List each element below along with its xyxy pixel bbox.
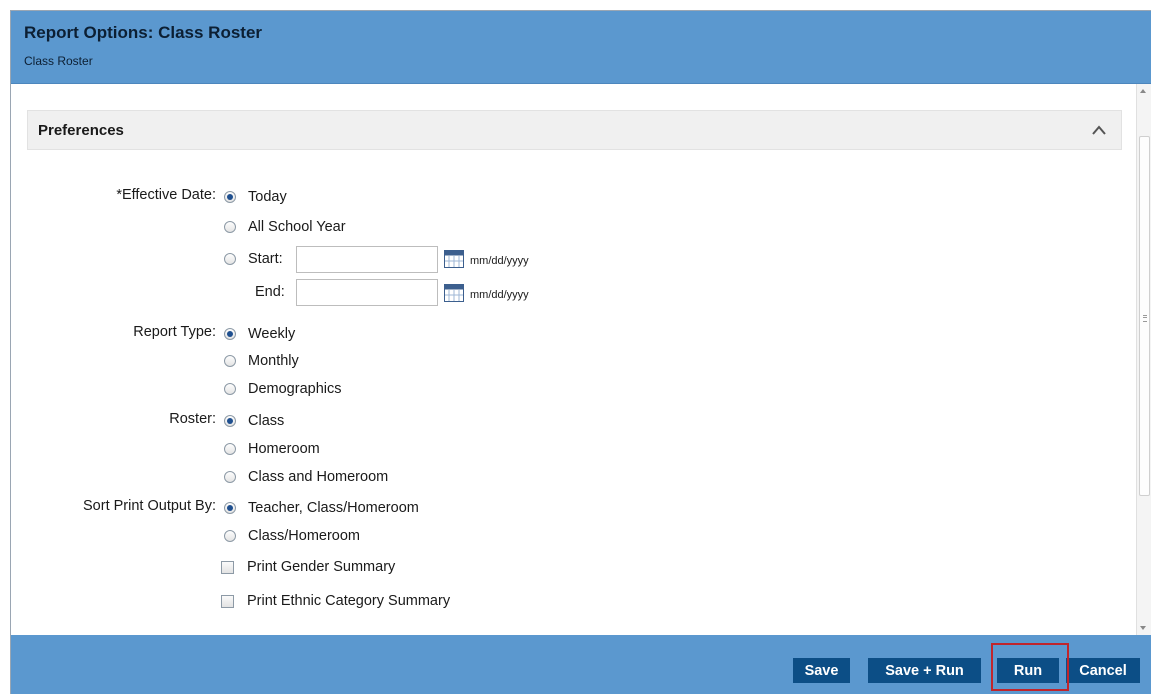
sort-output-label: Sort Print Output By: [83,498,216,514]
dialog-footer: Save Save + Run Run Cancel [11,635,1151,694]
save-button[interactable]: Save [793,658,850,683]
checkbox-label: Print Ethnic Category Summary [247,593,451,609]
option-label: Weekly [248,326,296,342]
roster-homeroom-option[interactable]: Homeroom [224,438,320,460]
roster-class-and-homeroom-radio[interactable] [224,471,236,483]
option-label: All School Year [248,219,346,235]
calendar-icon[interactable] [444,284,464,302]
preferences-section-header[interactable]: Preferences [27,110,1122,150]
report-type-monthly-option[interactable]: Monthly [224,350,299,372]
option-label: Homeroom [248,441,320,457]
dialog-content: Preferences *Effective Date: Today All S… [11,84,1137,635]
report-type-demographics-radio[interactable] [224,383,236,395]
sort-class-homeroom-radio[interactable] [224,530,236,542]
report-type-weekly-radio[interactable] [224,328,236,340]
effective-date-school-year-option[interactable]: All School Year [224,216,346,238]
section-title: Preferences [38,122,124,139]
run-button-highlight [991,643,1069,691]
effective-date-school-year-radio[interactable] [224,221,236,233]
roster-homeroom-radio[interactable] [224,443,236,455]
option-label: Monthly [248,353,299,369]
sort-teacher-class-option[interactable]: Teacher, Class/Homeroom [224,497,419,519]
dialog-subtitle: Class Roster [24,54,93,68]
roster-class-option[interactable]: Class [224,410,284,432]
end-date-format-hint: mm/dd/yyyy [470,289,529,301]
print-ethnic-summary-option[interactable]: Print Ethnic Category Summary [221,590,450,612]
option-label: Start: [248,251,283,267]
effective-date-label: *Effective Date: [116,187,216,203]
option-label: Demographics [248,381,342,397]
effective-date-start-radio[interactable] [224,253,236,265]
report-type-demographics-option[interactable]: Demographics [224,378,342,400]
dialog-header: Report Options: Class Roster Class Roste… [11,11,1151,84]
report-type-label: Report Type: [133,324,216,340]
report-type-monthly-radio[interactable] [224,355,236,367]
start-date-format-hint: mm/dd/yyyy [470,255,529,267]
end-date-label: End: [255,284,285,300]
print-gender-summary-checkbox[interactable] [221,560,234,574]
print-gender-summary-option[interactable]: Print Gender Summary [221,556,395,578]
effective-date-today-option[interactable]: Today [224,186,287,208]
vertical-scrollbar[interactable] [1136,84,1151,635]
print-ethnic-summary-checkbox[interactable] [221,594,234,608]
effective-date-today-radio[interactable] [224,191,236,203]
sort-class-homeroom-option[interactable]: Class/Homeroom [224,525,360,547]
grip-icon [1143,315,1147,322]
end-date-input[interactable] [296,279,438,306]
calendar-icon[interactable] [444,250,464,268]
option-label: Today [248,189,287,205]
roster-label: Roster: [169,411,216,427]
option-label: Teacher, Class/Homeroom [248,500,419,516]
scroll-down-icon[interactable] [1140,626,1146,630]
chevron-up-icon[interactable] [1091,124,1107,136]
scroll-up-icon[interactable] [1140,89,1146,93]
option-label: Class/Homeroom [248,528,360,544]
cancel-button[interactable]: Cancel [1066,658,1140,683]
report-type-weekly-option[interactable]: Weekly [224,323,295,345]
sort-teacher-class-radio[interactable] [224,502,236,514]
roster-class-radio[interactable] [224,415,236,427]
start-date-input[interactable] [296,246,438,273]
report-options-dialog: Report Options: Class Roster Class Roste… [10,10,1151,694]
checkbox-label: Print Gender Summary [247,559,396,575]
dialog-title: Report Options: Class Roster [24,23,263,42]
option-label: Class and Homeroom [248,469,389,485]
scrollbar-thumb[interactable] [1139,136,1150,496]
effective-date-start-option[interactable]: Start: [224,248,283,270]
save-run-button[interactable]: Save + Run [868,658,981,683]
option-label: Class [248,413,285,429]
roster-class-and-homeroom-option[interactable]: Class and Homeroom [224,466,388,488]
